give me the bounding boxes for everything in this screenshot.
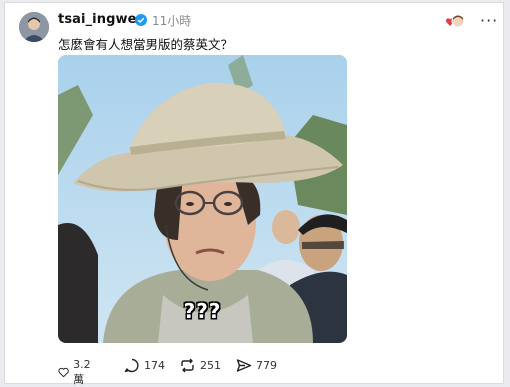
like-button[interactable]: 3.2 萬	[58, 358, 96, 387]
comment-button[interactable]: 174	[124, 358, 165, 373]
repost-button[interactable]: 251	[179, 358, 221, 373]
image-caption: ???	[183, 299, 222, 323]
heart-icon	[58, 367, 69, 378]
avatar[interactable]	[19, 12, 49, 42]
share-send-icon	[236, 359, 252, 372]
more-options-icon[interactable]: ···	[480, 11, 498, 30]
share-button[interactable]: 779	[236, 358, 277, 373]
post-image[interactable]: ???	[58, 55, 347, 343]
username[interactable]: tsai_ingwen	[58, 12, 146, 27]
repost-count: 251	[200, 359, 221, 372]
reaction-heart-avatar-icon[interactable]	[445, 13, 465, 29]
repost-icon	[181, 358, 194, 373]
share-count: 779	[256, 359, 277, 372]
post-time: 11小時	[152, 14, 192, 28]
like-count: 3.2 萬	[73, 358, 91, 386]
verified-badge-icon	[135, 14, 147, 26]
comment-icon	[124, 358, 139, 373]
post-text: 怎麼會有人想當男版的蔡英文？	[58, 37, 234, 52]
comment-count: 174	[144, 359, 165, 372]
post-card: tsai_ingwen 11小時 ··· 怎麼會有人想當男版的蔡英文？ ??? …	[4, 2, 504, 387]
